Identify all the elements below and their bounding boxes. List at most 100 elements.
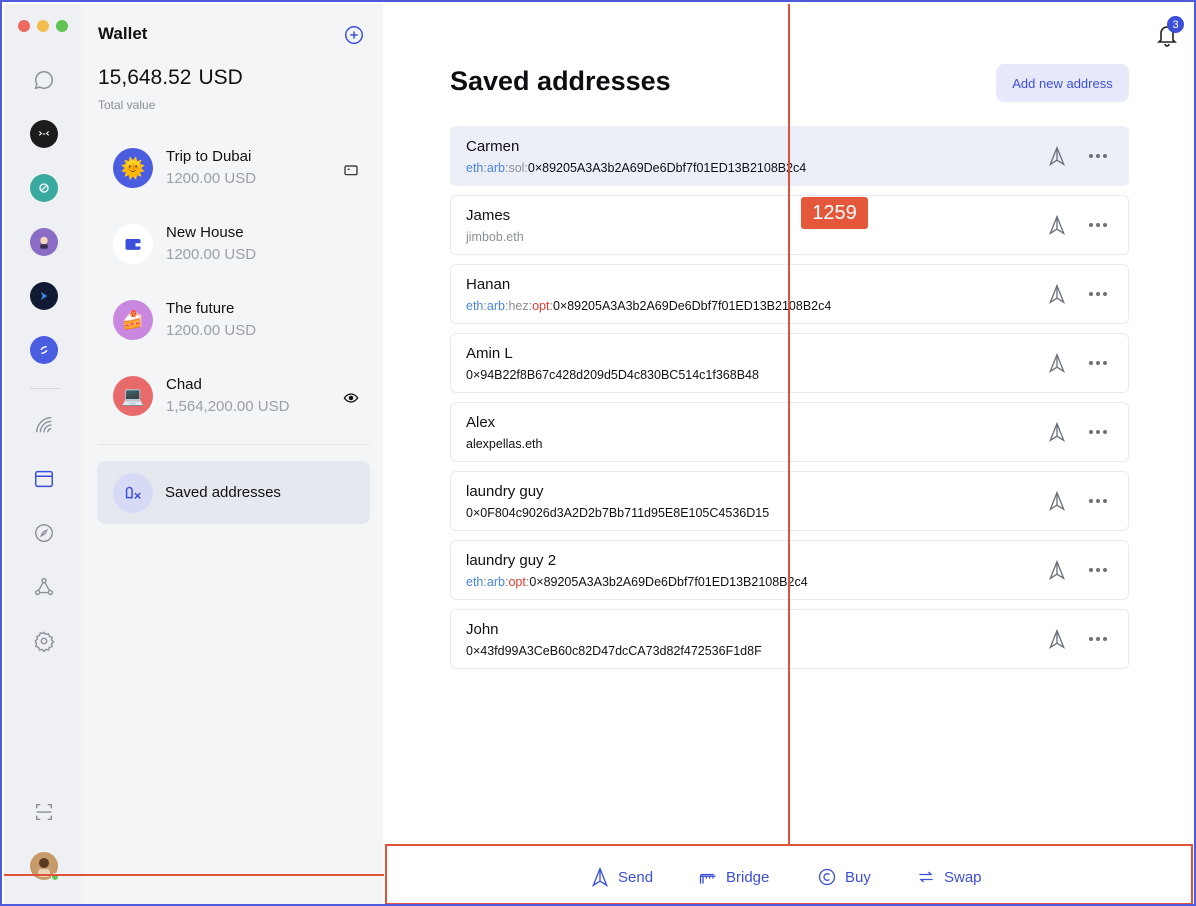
more-options-icon[interactable] xyxy=(1087,284,1109,304)
sidebar-item-saved-addresses[interactable]: Saved addresses xyxy=(97,461,370,524)
buy-label: Buy xyxy=(845,868,871,886)
maximize-window-button[interactable] xyxy=(56,20,68,32)
app-navy-icon[interactable] xyxy=(30,282,58,310)
chat-bubble-icon[interactable] xyxy=(30,66,58,94)
wallet-title: Wallet xyxy=(98,24,148,43)
address-text: 0×89205A3A3b2A69De6Dbf7f01ED13B2108B2c4 xyxy=(529,575,808,589)
card-icon[interactable] xyxy=(343,162,359,178)
send-icon[interactable] xyxy=(1047,353,1067,373)
rainbow-icon[interactable] xyxy=(30,411,58,439)
total-value-label: Total value xyxy=(98,98,156,112)
swap-button[interactable]: Swap xyxy=(916,867,982,887)
address-text: alexpellas.eth xyxy=(466,437,543,451)
action-bar: Send Bridge Buy Swap xyxy=(385,844,1193,904)
page-title: Saved addresses xyxy=(450,66,671,96)
network-icon[interactable] xyxy=(30,573,58,601)
close-window-button[interactable] xyxy=(18,20,30,32)
total-currency: USD xyxy=(198,66,243,89)
chain-prefix: eth xyxy=(466,299,484,313)
app-teal-icon[interactable] xyxy=(30,174,58,202)
app-dark-icon[interactable] xyxy=(30,120,58,148)
more-options-icon[interactable] xyxy=(1087,422,1109,442)
account-item[interactable]: 💻 Chad 1,564,200.00 USD xyxy=(113,368,363,428)
chain-prefix: hez xyxy=(508,299,529,313)
send-label: Send xyxy=(618,868,654,886)
chain-prefix: arb xyxy=(486,575,505,589)
address-name: James xyxy=(466,207,511,224)
send-icon[interactable] xyxy=(1047,560,1067,580)
rail-divider xyxy=(30,388,60,389)
app-blue-icon[interactable] xyxy=(30,336,58,364)
chain-prefix: arb xyxy=(486,161,505,175)
account-name: Trip to Dubai xyxy=(166,148,252,165)
app-rail xyxy=(4,4,81,904)
account-name: New House xyxy=(166,224,244,241)
address-value: jimbob.eth xyxy=(466,230,524,244)
add-new-address-button[interactable]: Add new address xyxy=(996,64,1129,102)
address-value: 0×94B22f8B67c428d209d5D4c830BC514c1f368B… xyxy=(466,368,759,382)
wallet-sidebar: Wallet 15,648.52 USD Total value 🌞 Trip t… xyxy=(81,4,383,904)
bridge-icon xyxy=(699,873,716,884)
compass-icon[interactable] xyxy=(30,519,58,547)
swap-icon xyxy=(919,871,933,883)
account-value: 1200.00 USD xyxy=(166,322,257,339)
address-text: 0×94B22f8B67c428d209d5D4c830BC514c1f368B… xyxy=(466,368,759,382)
send-icon[interactable] xyxy=(1047,491,1067,511)
chain-prefix: eth xyxy=(466,575,484,589)
bridge-label: Bridge xyxy=(726,868,770,886)
more-options-icon[interactable] xyxy=(1087,560,1109,580)
sidebar-item-label: Saved addresses xyxy=(165,484,281,501)
address-name: Hanan xyxy=(466,276,511,293)
send-icon[interactable] xyxy=(1047,146,1067,166)
total-amount: 15,648.52 xyxy=(98,66,192,89)
bridge-button[interactable]: Bridge xyxy=(698,867,769,887)
account-item[interactable]: 🍰 The future 1200.00 USD xyxy=(113,292,363,352)
more-options-icon[interactable] xyxy=(1087,146,1109,166)
number-badge: 1259 xyxy=(801,197,868,229)
browser-window-icon[interactable] xyxy=(30,465,58,493)
more-options-icon[interactable] xyxy=(1087,215,1109,235)
sidebar-divider xyxy=(98,444,370,445)
add-account-button[interactable] xyxy=(343,24,365,46)
more-options-icon[interactable] xyxy=(1087,629,1109,649)
account-item[interactable]: 🌞 Trip to Dubai 1200.00 USD xyxy=(113,140,363,200)
send-button[interactable]: Send xyxy=(590,867,653,887)
send-icon[interactable] xyxy=(1047,215,1067,235)
send-icon[interactable] xyxy=(1047,629,1067,649)
address-value: eth:arb:sol:0×89205A3A3b2A69De6Dbf7f01ED… xyxy=(466,161,807,175)
saved-addresses-icon xyxy=(113,473,153,513)
scan-icon[interactable] xyxy=(30,798,58,826)
eye-icon[interactable] xyxy=(343,390,359,406)
app-window: Wallet 15,648.52 USD Total value 🌞 Trip t… xyxy=(0,0,1196,906)
address-name: laundry guy 2 xyxy=(466,552,557,569)
more-options-icon[interactable] xyxy=(1087,491,1109,511)
more-options-icon[interactable] xyxy=(1087,353,1109,373)
chain-prefix: opt xyxy=(532,299,550,313)
gear-icon[interactable] xyxy=(30,627,58,655)
account-value: 1,564,200.00 USD xyxy=(166,398,290,415)
send-icon xyxy=(591,867,609,887)
app-avatar-icon[interactable] xyxy=(30,228,58,256)
guide-line-horizontal xyxy=(4,874,384,876)
account-avatar: 💻 xyxy=(113,376,153,416)
account-avatar: 🍰 xyxy=(113,300,153,340)
address-value: eth:arb:hez:opt:0×89205A3A3b2A69De6Dbf7f… xyxy=(466,299,832,313)
address-text: 0×89205A3A3b2A69De6Dbf7f01ED13B2108B2c4 xyxy=(527,161,807,175)
account-value: 1200.00 USD xyxy=(166,170,257,187)
address-name: Alex xyxy=(466,414,496,431)
send-icon[interactable] xyxy=(1047,422,1067,442)
address-value: eth:arb:opt:0×89205A3A3b2A69De6Dbf7f01ED… xyxy=(466,575,808,589)
account-name: The future xyxy=(166,300,235,317)
account-item[interactable]: New House 1200.00 USD xyxy=(113,216,363,276)
account-avatar: 🌞 xyxy=(113,148,153,188)
total-value: 15,648.52 USD xyxy=(98,66,243,90)
buy-button[interactable]: Buy xyxy=(817,867,871,887)
account-avatar xyxy=(113,224,153,264)
address-value: 0×43fd99A3CeB60c82D47dcCA73d82f472536F1d… xyxy=(466,644,762,658)
send-icon[interactable] xyxy=(1047,284,1067,304)
chain-prefix: opt xyxy=(508,575,526,589)
minimize-window-button[interactable] xyxy=(37,20,49,32)
address-name: Amin L xyxy=(466,345,513,362)
buy-icon xyxy=(818,868,836,886)
account-name: Chad xyxy=(166,376,202,393)
